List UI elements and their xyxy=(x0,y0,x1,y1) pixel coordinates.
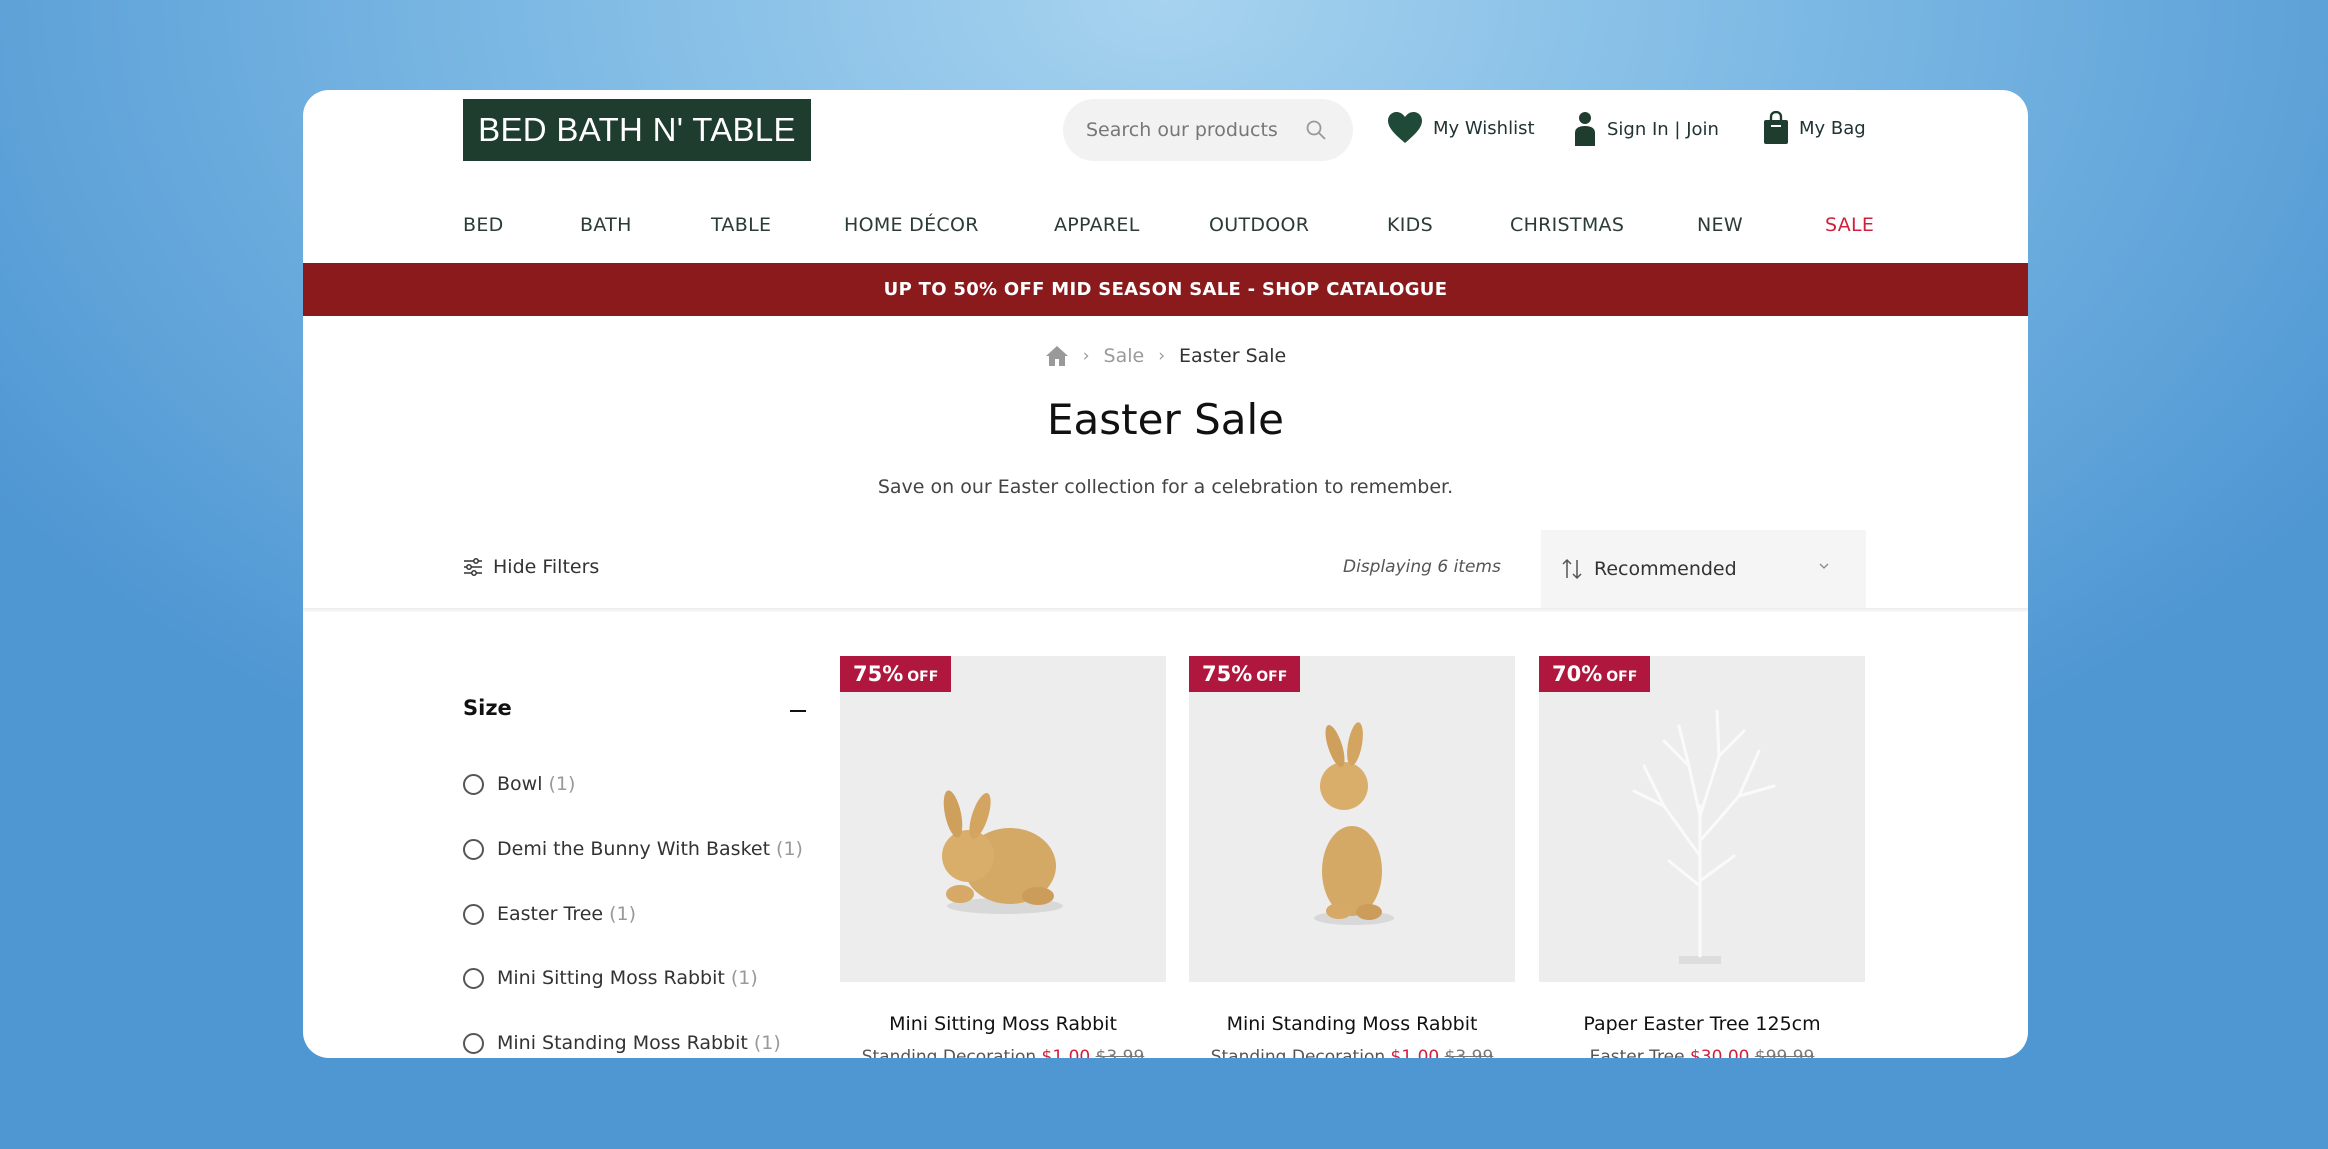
item-count: Displaying 6 items xyxy=(1343,557,1501,577)
product-image[interactable]: 70% OFF xyxy=(1539,656,1865,982)
nav-item-table[interactable]: TABLE xyxy=(711,214,771,236)
collapse-minus-icon[interactable] xyxy=(790,710,806,712)
chevron-down-icon xyxy=(1819,563,1829,569)
filter-option[interactable]: Mini Standing Moss Rabbit (1) xyxy=(463,1032,781,1054)
site-logo[interactable]: BED BATH N' TABLE xyxy=(463,99,811,161)
product-was-price: $99.99 xyxy=(1754,1047,1815,1058)
product-was-price: $3.99 xyxy=(1444,1047,1494,1058)
bag-link[interactable]: My Bag xyxy=(1763,111,1866,145)
radio-button[interactable] xyxy=(463,838,484,860)
heart-icon xyxy=(1387,111,1423,145)
filter-option-count: (1) xyxy=(548,773,576,795)
discount-badge: 75% OFF xyxy=(840,656,952,692)
promo-banner[interactable]: UP TO 50% OFF MID SEASON SALE - SHOP CAT… xyxy=(303,263,2028,316)
nav-item-bed[interactable]: BED xyxy=(463,214,504,236)
product-name[interactable]: Paper Easter Tree 125cm xyxy=(1539,1013,1865,1035)
discount-badge: 75% OFF xyxy=(1189,656,1301,692)
filter-option[interactable]: Easter Tree (1) xyxy=(463,903,636,925)
filter-option-label: Bowl xyxy=(497,773,543,795)
sign-in-label: Sign In | Join xyxy=(1607,118,1719,140)
filter-option-count: (1) xyxy=(776,838,803,860)
product-was-price: $3.99 xyxy=(1095,1047,1145,1058)
product-category: Easter Tree xyxy=(1589,1047,1685,1058)
breadcrumb-sale[interactable]: Sale xyxy=(1104,345,1145,367)
standing-rabbit-image xyxy=(1314,722,1394,925)
product-category: Standing Decoration xyxy=(861,1047,1037,1058)
product-name[interactable]: Mini Sitting Moss Rabbit xyxy=(840,1013,1166,1035)
filter-option-label: Mini Sitting Moss Rabbit xyxy=(497,967,725,989)
filter-option[interactable]: Mini Sitting Moss Rabbit (1) xyxy=(463,967,758,989)
discount-badge: 70% OFF xyxy=(1539,656,1651,692)
chevron-right-icon: › xyxy=(1082,346,1090,366)
search-input[interactable]: Search our products xyxy=(1086,99,1278,161)
home-icon[interactable] xyxy=(1045,345,1069,367)
user-icon xyxy=(1573,111,1597,147)
hide-filters-button[interactable]: Hide Filters xyxy=(463,556,599,578)
product-image[interactable]: 75% OFF xyxy=(1189,656,1515,982)
radio-button[interactable] xyxy=(463,773,484,795)
filter-option-count: (1) xyxy=(753,1032,781,1054)
nav-item-kids[interactable]: KIDS xyxy=(1387,214,1433,236)
nav-item-home-decor[interactable]: HOME DÉCOR xyxy=(844,214,979,236)
easter-tree-image xyxy=(1632,709,1776,964)
filter-sliders-icon xyxy=(464,558,482,576)
radio-button[interactable] xyxy=(463,967,484,989)
product-price: $1.00 xyxy=(1041,1047,1091,1058)
filter-option-count: (1) xyxy=(730,967,758,989)
filter-option-label: Demi the Bunny With Basket xyxy=(497,838,771,860)
product-meta: Standing Decoration $1.00 $3.99 xyxy=(840,1047,1166,1058)
filter-option[interactable]: Demi the Bunny With Basket (1) xyxy=(463,838,803,860)
sort-icon xyxy=(1562,558,1582,580)
product-meta: Easter Tree $30.00 $99.99 xyxy=(1539,1047,1865,1058)
main-nav: BED BATH TABLE HOME DÉCOR APPAREL OUTDOO… xyxy=(463,214,1874,244)
nav-item-sale[interactable]: SALE xyxy=(1825,214,1874,236)
sort-dropdown[interactable]: Recommended xyxy=(1541,530,1866,608)
sort-value: Recommended xyxy=(1594,558,1737,580)
nav-item-christmas[interactable]: CHRISTMAS xyxy=(1510,214,1624,236)
product-meta: Standing Decoration $1.00 $3.99 xyxy=(1189,1047,1515,1058)
sitting-rabbit-image xyxy=(942,790,1063,914)
filter-option[interactable]: Bowl (1) xyxy=(463,773,575,795)
product-image[interactable]: 75% OFF xyxy=(840,656,1166,982)
browser-page: BED BATH N' TABLE Search our products My… xyxy=(303,90,2028,1058)
breadcrumb: › Sale › Easter Sale xyxy=(303,345,2028,367)
filter-option-label: Mini Standing Moss Rabbit xyxy=(497,1032,748,1054)
nav-item-bath[interactable]: BATH xyxy=(580,214,632,236)
radio-button[interactable] xyxy=(463,1032,484,1054)
product-name[interactable]: Mini Standing Moss Rabbit xyxy=(1189,1013,1515,1035)
nav-item-outdoor[interactable]: OUTDOOR xyxy=(1209,214,1309,236)
nav-item-new[interactable]: NEW xyxy=(1697,214,1743,236)
wishlist-label: My Wishlist xyxy=(1433,117,1535,139)
filter-option-label: Easter Tree xyxy=(497,903,604,925)
product-price: $30.00 xyxy=(1689,1047,1750,1058)
breadcrumb-current: Easter Sale xyxy=(1179,345,1287,367)
wishlist-link[interactable]: My Wishlist xyxy=(1387,111,1535,145)
search-bar[interactable]: Search our products xyxy=(1063,99,1353,161)
search-icon[interactable] xyxy=(1305,119,1327,141)
filter-option-count: (1) xyxy=(609,903,637,925)
page-title: Easter Sale xyxy=(1047,395,1284,444)
sign-in-link[interactable]: Sign In | Join xyxy=(1573,111,1719,147)
nav-item-apparel[interactable]: APPAREL xyxy=(1054,214,1140,236)
radio-button[interactable] xyxy=(463,903,484,925)
toolbar-divider xyxy=(303,608,2028,612)
chevron-right-icon: › xyxy=(1158,346,1166,366)
product-category: Standing Decoration xyxy=(1210,1047,1386,1058)
bag-label: My Bag xyxy=(1799,117,1866,139)
hide-filters-label: Hide Filters xyxy=(493,556,600,578)
page-subtitle: Save on our Easter collection for a cele… xyxy=(877,476,1454,498)
product-price: $1.00 xyxy=(1390,1047,1440,1058)
shopping-bag-icon xyxy=(1763,111,1789,145)
filter-size-heading[interactable]: Size xyxy=(463,696,512,720)
